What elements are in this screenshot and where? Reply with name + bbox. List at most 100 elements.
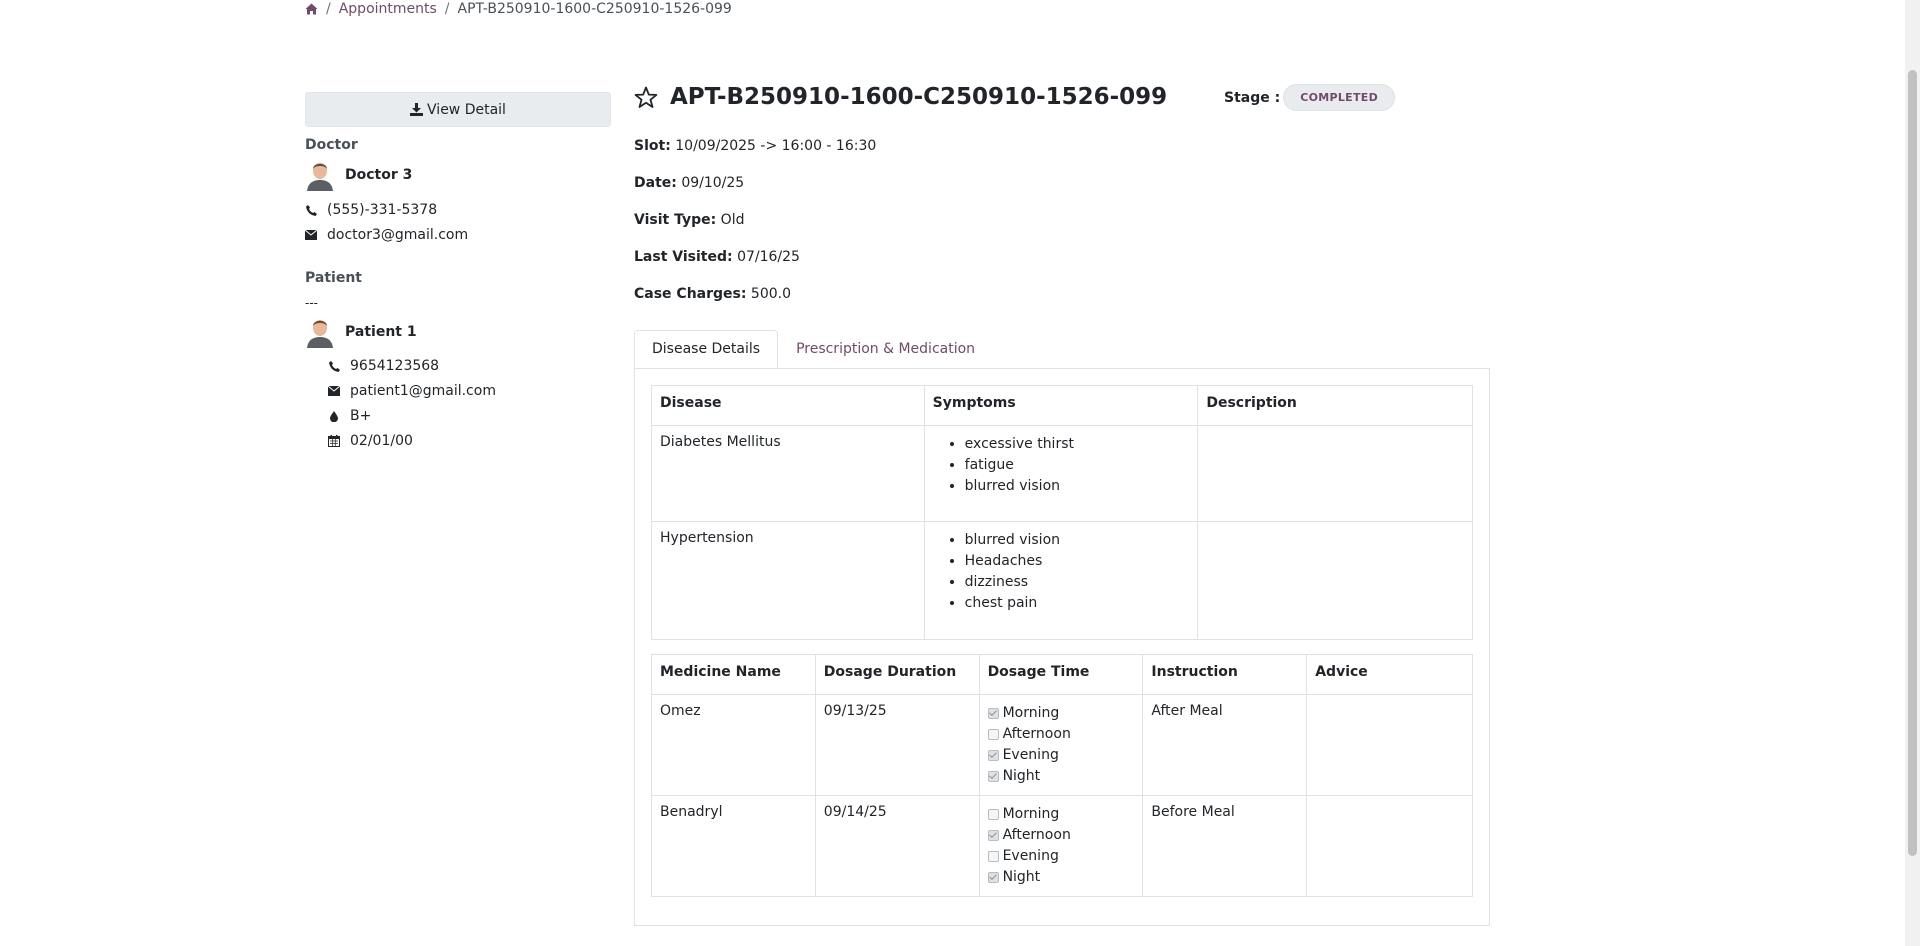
case-charges-value: 500.0 (750, 286, 792, 302)
table-header-row: Medicine Name Dosage Duration Dosage Tim… (651, 654, 1473, 695)
patient-dob-row: 02/01/00 (328, 433, 413, 449)
column-header: Symptoms (923, 385, 1199, 426)
dosage-time-cell: Morning Afternoon Evening Night (978, 694, 1144, 796)
slot-label: Slot: (634, 138, 671, 154)
list-item: blurred vision (965, 476, 1190, 497)
dosage-time-afternoon: Afternoon (987, 825, 1135, 846)
checkbox-label: Night (1002, 869, 1041, 885)
patient-section-label: Patient (305, 270, 362, 286)
last-visited-field: Last Visited: 07/16/25 (634, 249, 800, 265)
tab-disease-details[interactable]: Disease Details (634, 330, 779, 368)
breadcrumb-appointments-link[interactable]: Appointments (339, 1, 437, 17)
sidebar: View Detail (305, 92, 611, 127)
column-header: Description (1197, 385, 1473, 426)
phone-icon (305, 204, 317, 216)
checkbox (987, 750, 999, 761)
dosage-time-afternoon: Afternoon (987, 724, 1135, 745)
medicine-table: Medicine Name Dosage Duration Dosage Tim… (651, 654, 1473, 897)
last-visited-label: Last Visited: (634, 249, 733, 265)
instruction-cell: Before Meal (1142, 795, 1308, 897)
page-title: APT-B250910-1600-C250910-1526-099 (670, 84, 1168, 110)
column-header: Instruction (1142, 654, 1308, 695)
breadcrumb: / Appointments / APT-B250910-1600-C25091… (305, 0, 732, 18)
visit-type-field: Visit Type: Old (634, 212, 744, 228)
page-scrollbar[interactable] (1905, 0, 1920, 946)
dosage-duration-cell: 09/14/25 (814, 795, 980, 897)
slot-value: 10/09/2025 -> 16:00 - 16:30 (675, 138, 877, 154)
dosage-time-night: Night (987, 867, 1135, 888)
disease-table: Disease Symptoms Description Diabetes Me… (651, 385, 1473, 640)
symptoms-list: excessive thirst fatigue blurred vision (933, 434, 1190, 497)
table-row: Omez 09/13/25 Morning Afternoon Evening … (651, 694, 1473, 796)
scrollbar-thumb[interactable] (1908, 70, 1917, 856)
disease-cell: Hypertension (651, 521, 925, 640)
list-item: dizziness (965, 572, 1190, 593)
checkbox-label: Afternoon (1002, 726, 1071, 742)
column-header: Advice (1306, 654, 1473, 695)
phone-icon (328, 360, 340, 372)
column-header: Medicine Name (651, 654, 816, 695)
tab-prescription-medication[interactable]: Prescription & Medication (778, 330, 993, 368)
column-header: Disease (651, 385, 925, 426)
table-header-row: Disease Symptoms Description (651, 385, 1473, 426)
status-badge: COMPLETED (1283, 84, 1396, 111)
checkbox (987, 708, 999, 719)
doctor-phone-row: (555)-331-5378 (305, 202, 437, 218)
patient-email: patient1@gmail.com (350, 383, 496, 399)
dosage-time-night: Night (987, 766, 1135, 787)
patient-phone-row: 9654123568 (328, 358, 439, 374)
breadcrumb-separator: / (444, 1, 450, 17)
date-label: Date: (634, 175, 677, 191)
checkbox-label: Night (1002, 768, 1041, 784)
checkbox (987, 809, 999, 820)
breadcrumb-separator: / (326, 1, 331, 17)
doctor-phone: (555)-331-5378 (327, 202, 438, 218)
patient-dash: --- (305, 296, 318, 310)
medicine-name-cell: Omez (651, 694, 816, 796)
visit-type-value: Old (720, 212, 745, 228)
table-row: Hypertension blurred vision Headaches di… (651, 521, 1473, 640)
breadcrumb-current: APT-B250910-1600-C250910-1526-099 (457, 1, 732, 17)
doctor-card: Doctor 3 (305, 159, 412, 191)
tab-bar: Disease Details Prescription & Medicatio… (634, 330, 993, 368)
doctor-email-row: doctor3@gmail.com (305, 227, 468, 243)
dosage-time-morning: Morning (987, 703, 1135, 724)
dosage-time-morning: Morning (987, 804, 1135, 825)
view-detail-button[interactable]: View Detail (305, 92, 611, 127)
symptoms-list: blurred vision Headaches dizziness chest… (933, 530, 1190, 614)
blood-drop-icon (328, 410, 340, 422)
patient-card: Patient 1 (305, 316, 417, 348)
disease-cell: Diabetes Mellitus (651, 425, 925, 522)
symptoms-cell: blurred vision Headaches dizziness chest… (923, 521, 1199, 640)
appointment-header: APT-B250910-1600-C250910-1526-099 (634, 84, 1167, 110)
patient-name: Patient 1 (345, 324, 417, 340)
column-header: Dosage Duration (814, 654, 980, 695)
dosage-time-cell: Morning Afternoon Evening Night (978, 795, 1144, 897)
checkbox-label: Evening (1002, 848, 1059, 864)
home-icon[interactable] (305, 3, 318, 15)
slot-field: Slot: 10/09/2025 -> 16:00 - 16:30 (634, 138, 876, 154)
stage-label: Stage : (1224, 89, 1281, 106)
instruction-cell: After Meal (1142, 694, 1308, 796)
patient-dob: 02/01/00 (350, 433, 413, 449)
star-icon[interactable] (634, 86, 658, 109)
doctor-email: doctor3@gmail.com (327, 227, 469, 243)
download-icon (410, 103, 424, 116)
date-field: Date: 09/10/25 (634, 175, 744, 191)
list-item: Headaches (965, 551, 1190, 572)
calendar-icon (328, 435, 340, 447)
description-cell (1197, 425, 1473, 522)
checkbox (987, 830, 999, 841)
last-visited-value: 07/16/25 (737, 249, 800, 265)
checkbox-label: Afternoon (1002, 827, 1071, 843)
doctor-section-label: Doctor (305, 137, 358, 153)
avatar (305, 159, 335, 191)
symptoms-cell: excessive thirst fatigue blurred vision (923, 425, 1199, 522)
date-value: 09/10/25 (681, 175, 745, 191)
advice-cell (1306, 795, 1473, 897)
patient-blood-row: B+ (328, 408, 371, 424)
checkbox (987, 872, 999, 883)
table-row: Diabetes Mellitus excessive thirst fatig… (651, 425, 1473, 522)
dosage-time-evening: Evening (987, 846, 1135, 867)
description-cell (1197, 521, 1473, 640)
